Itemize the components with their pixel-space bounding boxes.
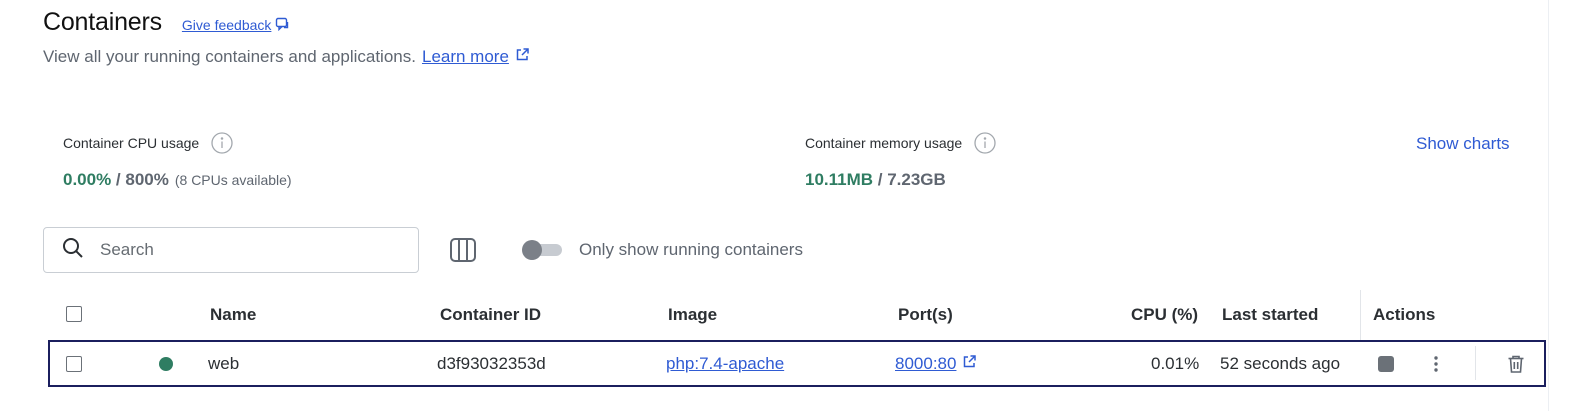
cpu-note: (8 CPUs available) bbox=[174, 172, 292, 188]
toggle-knob bbox=[522, 240, 542, 260]
select-all-checkbox[interactable] bbox=[66, 306, 82, 322]
give-feedback-label: Give feedback bbox=[181, 17, 272, 33]
subtitle-text: View all your running containers and app… bbox=[43, 47, 416, 66]
external-link-icon bbox=[956, 354, 977, 374]
cpu-usage-value: 0.00% / 800% (8 CPUs available) bbox=[63, 170, 292, 190]
cpu-value: 0.01% bbox=[1151, 354, 1200, 373]
page-title: Containers bbox=[43, 8, 162, 36]
learn-more-label: Learn more bbox=[421, 47, 509, 66]
cpu-separator: / bbox=[111, 170, 126, 189]
column-header-last-started[interactable]: Last started bbox=[1222, 305, 1318, 325]
memory-total: 7.23GB bbox=[887, 170, 946, 189]
running-only-toggle[interactable] bbox=[522, 240, 562, 260]
cpu-usage-label: Container CPU usage bbox=[63, 135, 200, 151]
container-name[interactable]: web bbox=[208, 354, 239, 374]
column-header-container-id[interactable]: Container ID bbox=[440, 305, 541, 325]
feedback-icon bbox=[271, 17, 289, 34]
port-label: 8000:80 bbox=[895, 354, 957, 373]
memory-separator: / bbox=[873, 170, 888, 189]
show-charts-button[interactable]: Show charts bbox=[1416, 134, 1510, 154]
external-link-icon bbox=[509, 47, 530, 67]
running-only-label: Only show running containers bbox=[579, 240, 803, 259]
memory-used: 10.11MB bbox=[805, 170, 874, 189]
info-icon[interactable] bbox=[211, 132, 233, 154]
page-subtitle: View all your running containers and app… bbox=[43, 47, 530, 67]
columns-icon[interactable] bbox=[449, 236, 477, 269]
containers-page: Containers Give feedback View all your r… bbox=[0, 0, 1569, 411]
give-feedback-link[interactable]: Give feedback bbox=[182, 17, 290, 34]
learn-more-link[interactable]: Learn more bbox=[422, 47, 530, 67]
cpu-total: 800% bbox=[125, 170, 169, 189]
memory-usage-label: Container memory usage bbox=[805, 135, 963, 151]
title-row: Containers Give feedback bbox=[43, 8, 289, 37]
search-input[interactable] bbox=[100, 240, 400, 260]
column-header-actions: Actions bbox=[1373, 305, 1436, 324]
column-header-ports[interactable]: Port(s) bbox=[898, 305, 953, 325]
memory-usage-label-row: Container memory usage bbox=[805, 132, 996, 154]
trash-icon[interactable] bbox=[1507, 354, 1525, 379]
running-status-icon bbox=[159, 357, 173, 371]
action-divider bbox=[1475, 346, 1476, 380]
column-header-name[interactable]: Name bbox=[210, 305, 256, 325]
last-started-value: 52 seconds ago bbox=[1220, 354, 1341, 373]
actions-column-divider bbox=[1360, 290, 1361, 345]
cpu-usage-label-row: Container CPU usage bbox=[63, 132, 292, 154]
search-field[interactable] bbox=[43, 227, 419, 273]
memory-usage-stat: Container memory usage 10.11MB / 7.23GB bbox=[805, 132, 996, 190]
search-icon bbox=[62, 237, 84, 264]
more-vertical-icon[interactable] bbox=[1428, 354, 1444, 379]
port-link[interactable]: 8000:80 bbox=[895, 354, 977, 374]
cpu-usage-stat: Container CPU usage 0.00% / 800% (8 CPUs… bbox=[63, 132, 292, 190]
info-icon[interactable] bbox=[974, 132, 996, 154]
cpu-used: 0.00% bbox=[63, 170, 112, 189]
column-header-image[interactable]: Image bbox=[668, 305, 717, 325]
memory-usage-value: 10.11MB / 7.23GB bbox=[805, 170, 996, 190]
row-checkbox[interactable] bbox=[66, 356, 82, 372]
container-id: d3f93032353d bbox=[437, 354, 546, 373]
column-header-cpu[interactable]: CPU (%) bbox=[1131, 305, 1198, 325]
image-link[interactable]: php:7.4-apache bbox=[666, 354, 784, 374]
stop-icon[interactable] bbox=[1378, 356, 1394, 372]
panel-edge bbox=[1548, 0, 1549, 411]
